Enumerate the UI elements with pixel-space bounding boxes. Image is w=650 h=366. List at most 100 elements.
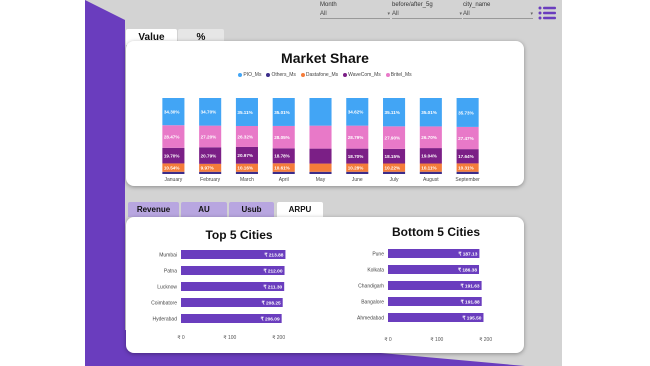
data-label: 10.54% [164, 165, 180, 170]
city-filter-label: city_name [463, 2, 491, 8]
bar-segment-dastafone [309, 163, 332, 172]
x-tick-label: ₹ 200 [479, 337, 492, 343]
city-filter[interactable]: city_name All ▾ [463, 2, 533, 19]
bar-segment-others [419, 171, 442, 174]
bar-segment-others [309, 171, 332, 174]
x-tick-label: August [423, 177, 439, 183]
data-label: 34.30% [164, 109, 180, 114]
data-label: 9.97% [201, 166, 214, 171]
city-value-label: ₹ 187.13 [458, 251, 477, 257]
city-label: Coimbatore [151, 300, 177, 306]
data-label: 20.79% [201, 153, 217, 158]
chevron-down-icon: ▾ [530, 11, 533, 17]
stage: Month All ▾ before/after_5g All ▾ city_nam… [0, 0, 650, 366]
city-value-label: ₹ 191.63 [461, 283, 480, 289]
tab-au[interactable]: AU [181, 202, 227, 217]
tab-arpu[interactable]: ARPU [277, 202, 323, 217]
city-value-label: ₹ 206.09 [261, 316, 280, 322]
data-label: 17.64% [458, 154, 474, 159]
data-label: 26.70% [421, 135, 437, 140]
tab-usub[interactable]: Usub [229, 202, 274, 217]
data-label: 26.32% [237, 134, 253, 139]
city-filter-value: All [463, 11, 470, 17]
data-label: 10.22% [385, 165, 401, 170]
x-tick-label: February [200, 177, 221, 183]
x-tick-label: ₹ 100 [430, 337, 443, 343]
x-tick-label: ₹ 0 [384, 337, 392, 343]
city-value-label: ₹ 191.88 [461, 299, 480, 305]
city-label: Lucknow [157, 284, 177, 290]
city-label: Mumbai [159, 252, 177, 258]
x-tick-label: January [164, 177, 182, 183]
city-value-label: ₹ 212.00 [263, 268, 282, 274]
bar-segment-others [346, 171, 369, 174]
city-value-label: ₹ 195.50 [462, 315, 481, 321]
city-label: Hyderabad [153, 316, 178, 322]
month-filter-label: Month [320, 2, 337, 8]
data-label: 10.28% [348, 165, 364, 170]
data-label: 28.79% [348, 135, 364, 140]
data-label: 27.47% [458, 136, 474, 141]
data-label: 20.97% [237, 153, 253, 158]
5g-filter[interactable]: before/after_5g All ▾ [392, 2, 462, 19]
bar-segment-others [199, 171, 222, 174]
data-label: 18.70% [348, 154, 364, 159]
data-label: 10.16% [237, 166, 253, 171]
data-label: 28.05% [274, 135, 290, 140]
menu-icon[interactable] [538, 6, 556, 20]
x-tick-label: May [316, 177, 326, 183]
x-tick-label: April [279, 177, 289, 183]
city-value-label: ₹ 186.38 [458, 267, 477, 273]
bar-segment-others [383, 171, 406, 174]
month-filter-value: All [320, 11, 327, 17]
x-tick-label: July [390, 177, 399, 183]
data-label: 19.70% [164, 153, 180, 158]
data-label: 35.11% [237, 110, 252, 115]
market-share-card: Market Share PIO_Ms Others_Ms Dastafone_… [126, 41, 524, 186]
x-tick-label: June [352, 177, 363, 183]
x-tick-label: September [455, 177, 480, 183]
month-dropdown[interactable]: All ▾ [320, 11, 390, 19]
cities-card: Top 5 Cities Bottom 5 Cities Mumbai ₹ 213… [126, 217, 524, 353]
data-label: 34.70% [201, 110, 217, 115]
city-dropdown[interactable]: All ▾ [463, 11, 533, 19]
data-label: 28.47% [164, 134, 180, 139]
city-label: Pune [372, 251, 384, 257]
5g-filter-label: before/after_5g [392, 2, 433, 8]
x-tick-label: March [240, 177, 254, 183]
market-share-chart: 34.30% 28.47% 19.70% 10.54% January 34.70% 27.… [162, 98, 480, 183]
5g-dropdown[interactable]: All ▾ [392, 11, 462, 19]
data-label: 18.78% [274, 154, 290, 159]
data-label: 10.31% [458, 165, 474, 170]
city-value-label: ₹ 208.25 [262, 300, 281, 306]
tab-revenue[interactable]: Revenue [128, 202, 179, 217]
city-value-label: ₹ 211.30 [263, 284, 282, 290]
data-label: 10.11% [421, 165, 436, 170]
data-label: 35.01% [274, 110, 290, 115]
x-tick-label: ₹ 100 [223, 335, 236, 341]
data-label: 35.73% [458, 110, 474, 115]
data-label: 35.01% [421, 110, 437, 115]
bar-segment-others [162, 171, 185, 174]
city-label: Ahmedabad [357, 315, 384, 321]
city-label: Bangalore [361, 299, 384, 305]
bar-segment-wavecom [309, 148, 332, 164]
x-tick-label: ₹ 200 [272, 335, 285, 341]
data-label: 27.90% [385, 135, 401, 140]
data-label: 27.20% [201, 134, 217, 139]
bar-segment-others [272, 171, 295, 174]
bar-segment-britel [309, 125, 332, 149]
bar-segment-pio [309, 98, 332, 126]
city-label: Chandigarh [358, 283, 384, 289]
chevron-down-icon: ▾ [387, 11, 390, 17]
data-label: 18.15% [385, 154, 401, 159]
chevron-down-icon: ▾ [459, 11, 462, 17]
bar-segment-others [235, 171, 258, 174]
city-label: Patna [164, 268, 177, 274]
bar-segment-others [456, 171, 479, 174]
city-label: Kolkata [367, 267, 384, 273]
data-label: 10.61% [274, 165, 290, 170]
data-label: 35.11% [385, 110, 400, 115]
data-label: 19.04% [421, 154, 437, 159]
month-filter[interactable]: Month All ▾ [320, 2, 390, 19]
